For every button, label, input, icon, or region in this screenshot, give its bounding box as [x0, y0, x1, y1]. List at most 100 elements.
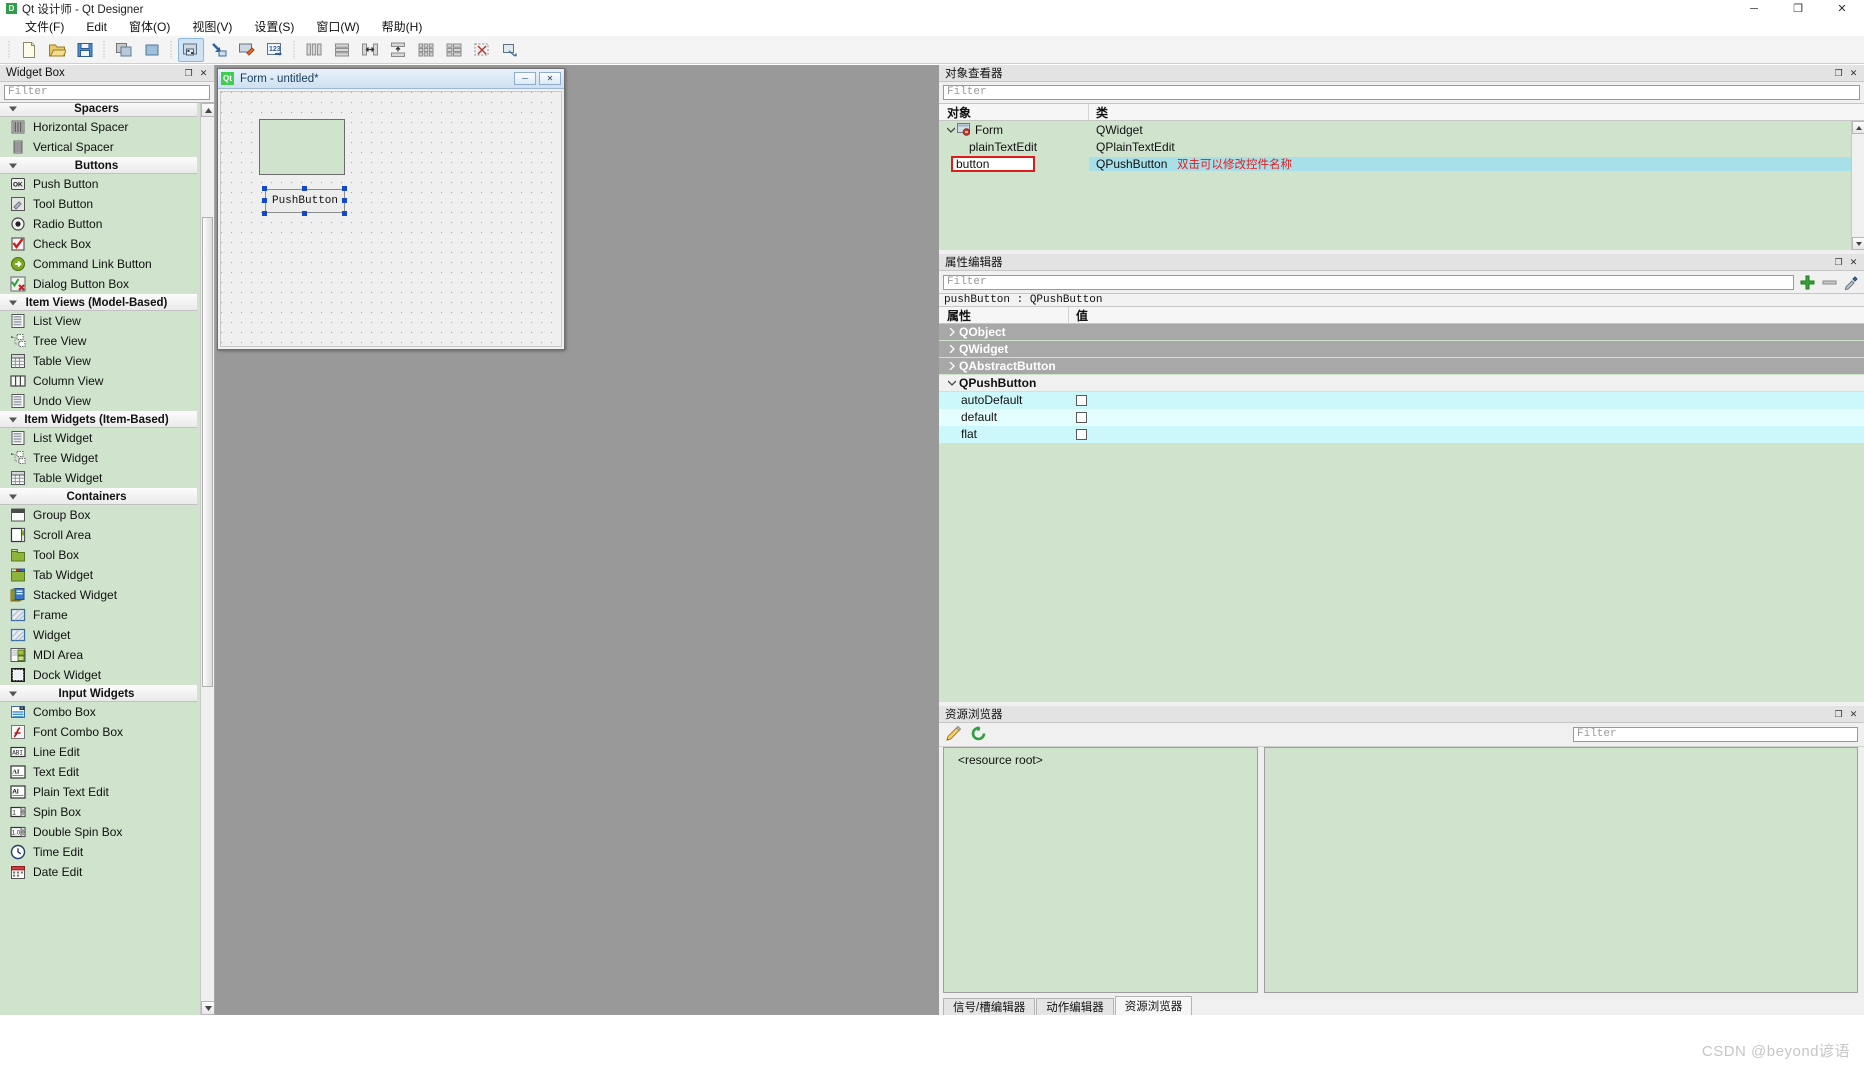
toolbar-grip[interactable] — [170, 40, 173, 59]
layout-form-icon[interactable] — [441, 38, 467, 62]
remove-property-icon[interactable] — [1820, 274, 1838, 290]
menu-form[interactable]: 窗体(O) — [118, 16, 181, 37]
selection-handle-middle-left[interactable] — [262, 198, 267, 203]
form-canvas[interactable]: PushButton — [220, 91, 562, 347]
selection-handle-top-left[interactable] — [262, 186, 267, 191]
open-file-icon[interactable] — [44, 38, 70, 62]
widget-item-tab-widget[interactable]: Tab Widget — [0, 565, 197, 585]
form-window[interactable]: Qt Form - untitled* ─ ✕ PushButton — [217, 68, 565, 350]
scroll-down-arrow-icon[interactable] — [201, 1001, 214, 1015]
selection-handle-bottom-left[interactable] — [262, 211, 267, 216]
layout-vertically-icon[interactable] — [329, 38, 355, 62]
object-name-edit-input[interactable]: button — [951, 155, 1035, 172]
form-minimize-button[interactable]: ─ — [514, 72, 536, 85]
layout-grid-icon[interactable] — [413, 38, 439, 62]
scroll-down-arrow-icon[interactable] — [1852, 237, 1864, 250]
tab-signal-slot-editor[interactable]: 信号/槽编辑器 — [943, 998, 1036, 1015]
pencil-edit-icon[interactable] — [945, 725, 962, 745]
property-table-body[interactable]: QObject QWidget QAbstractButton QPushBut… — [939, 324, 1864, 702]
widget-item-push-button[interactable]: OK Push Button — [0, 174, 197, 194]
redo-icon[interactable] — [139, 38, 165, 62]
selection-handle-top-center[interactable] — [302, 186, 307, 191]
table-row[interactable]: button QPushButton 双击可以修改控件名称 — [939, 155, 1864, 172]
widget-item-date-edit[interactable]: Date Edit — [0, 862, 197, 882]
widget-box-scroll-thumb[interactable] — [202, 217, 213, 687]
reload-refresh-icon[interactable] — [970, 725, 987, 745]
widget-item-dialog-button-box[interactable]: Dialog Button Box — [0, 274, 197, 294]
add-property-icon[interactable] — [1798, 274, 1816, 290]
tab-action-editor[interactable]: 动作编辑器 — [1036, 998, 1114, 1015]
widget-category-item-widgets-item-based[interactable]: Item Widgets (Item-Based) — [0, 411, 197, 428]
column-header-value[interactable]: 值 — [1069, 307, 1864, 323]
property-value-default[interactable] — [1069, 408, 1864, 426]
table-row[interactable]: Form QWidget — [939, 121, 1864, 138]
resource-browser-close-button[interactable]: ✕ — [1848, 709, 1859, 720]
selection-handle-bottom-right[interactable] — [342, 211, 347, 216]
property-editor-filter-input[interactable]: Filter — [943, 274, 1794, 290]
layout-horizontally-icon[interactable] — [301, 38, 327, 62]
push-button-widget[interactable]: PushButton — [265, 189, 345, 213]
widget-item-widget[interactable]: Widget — [0, 625, 197, 645]
scroll-up-arrow-icon[interactable] — [201, 103, 214, 117]
save-file-icon[interactable] — [72, 38, 98, 62]
flat-checkbox[interactable] — [1076, 428, 1087, 440]
resource-tree[interactable]: <resource root> — [943, 747, 1258, 993]
widget-item-dock-widget[interactable]: Dock Widget — [0, 665, 197, 685]
widget-item-undo-view[interactable]: Undo View — [0, 391, 197, 411]
design-workspace[interactable]: Qt Form - untitled* ─ ✕ PushButton — [215, 65, 939, 1015]
object-tree-scrollbar[interactable] — [1851, 121, 1864, 250]
toolbar-grip[interactable] — [103, 40, 106, 59]
column-header-class[interactable]: 类 — [1089, 104, 1864, 120]
tab-resource-browser[interactable]: 资源浏览器 — [1114, 996, 1193, 1015]
widget-category-containers[interactable]: Containers — [0, 488, 197, 505]
menu-file[interactable]: 文件(F) — [14, 16, 75, 37]
property-value-flat[interactable] — [1069, 425, 1864, 443]
selection-handle-top-right[interactable] — [342, 186, 347, 191]
widget-item-tool-box[interactable]: Tool Box — [0, 545, 197, 565]
property-editor-close-button[interactable]: ✕ — [1848, 257, 1859, 268]
close-button[interactable]: ✕ — [1820, 0, 1864, 17]
edit-buddies-icon[interactable] — [234, 38, 260, 62]
column-header-object[interactable]: 对象 — [939, 104, 1089, 120]
widget-item-list-widget[interactable]: List Widget — [0, 428, 197, 448]
menu-settings[interactable]: 设置(S) — [243, 16, 305, 37]
plain-text-edit-widget[interactable] — [259, 119, 345, 175]
resource-preview-pane[interactable] — [1264, 747, 1858, 993]
maximize-button[interactable]: ❐ — [1776, 0, 1820, 17]
property-group-qabstractbutton[interactable]: QAbstractButton — [939, 358, 1864, 375]
chevron-right-icon[interactable] — [945, 362, 959, 370]
widget-item-line-edit[interactable]: ABI Line Edit — [0, 742, 197, 762]
new-file-icon[interactable] — [16, 38, 42, 62]
property-value-autodefault[interactable] — [1069, 391, 1864, 409]
widget-item-plain-text-edit[interactable]: AI Plain Text Edit — [0, 782, 197, 802]
widget-category-input-widgets[interactable]: Input Widgets — [0, 685, 197, 702]
undo-icon[interactable] — [111, 38, 137, 62]
chevron-down-icon[interactable] — [945, 380, 959, 386]
menu-window[interactable]: 窗口(W) — [305, 16, 370, 37]
property-group-qwidget[interactable]: QWidget — [939, 341, 1864, 358]
widget-item-table-widget[interactable]: Table Widget — [0, 468, 197, 488]
toolbar-grip[interactable] — [8, 40, 11, 59]
break-layout-icon[interactable] — [469, 38, 495, 62]
edit-tab-order-icon[interactable]: 123 — [262, 38, 288, 62]
default-checkbox[interactable] — [1076, 411, 1087, 423]
chevron-right-icon[interactable] — [945, 328, 959, 336]
widget-item-vertical-spacer[interactable]: Vertical Spacer — [0, 137, 197, 157]
widget-item-double-spin-box[interactable]: 1.0 Double Spin Box — [0, 822, 197, 842]
widget-item-column-view[interactable]: Column View — [0, 371, 197, 391]
widget-item-frame[interactable]: Frame — [0, 605, 197, 625]
widget-item-tree-view[interactable]: Tree View — [0, 331, 197, 351]
column-header-property[interactable]: 属性 — [939, 307, 1069, 323]
menu-help[interactable]: 帮助(H) — [371, 16, 434, 37]
layout-splitter-vertical-icon[interactable] — [385, 38, 411, 62]
property-group-qobject[interactable]: QObject — [939, 324, 1864, 341]
selection-handle-bottom-center[interactable] — [302, 211, 307, 216]
widget-box-filter-input[interactable]: Filter — [4, 85, 210, 100]
widget-item-text-edit[interactable]: AI Text Edit — [0, 762, 197, 782]
widget-item-tree-widget[interactable]: Tree Widget — [0, 448, 197, 468]
property-editor-float-button[interactable]: ❐ — [1833, 257, 1844, 268]
resource-browser-float-button[interactable]: ❐ — [1833, 709, 1844, 720]
resource-browser-filter-input[interactable]: Filter — [1573, 727, 1858, 742]
object-inspector-filter-input[interactable]: Filter — [943, 85, 1860, 100]
edit-widgets-icon[interactable] — [178, 37, 204, 62]
